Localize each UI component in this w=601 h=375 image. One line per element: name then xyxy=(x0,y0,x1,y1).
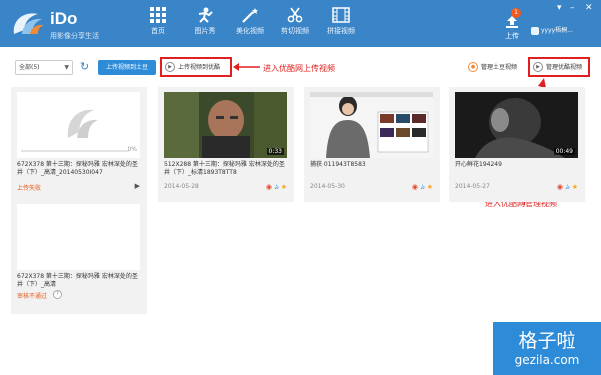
nav-photo-show-label: 图片秀 xyxy=(194,27,216,35)
nav-photo-show[interactable]: 图片秀 xyxy=(183,7,227,45)
minimize-icon[interactable]: – xyxy=(570,3,575,13)
grid-icon xyxy=(150,7,166,23)
video-card[interactable]: 672X378 第十三期：探秘玛雅 宏林深处的圣井（下）_高清 审核不通过 ? xyxy=(11,199,147,314)
video-thumbnail: 00:49 xyxy=(455,92,578,158)
upload-tudou-button[interactable]: 上传视频到土豆 xyxy=(98,60,156,75)
refresh-icon[interactable]: ↻ xyxy=(80,61,92,73)
video-title: 开心鲜花194249 xyxy=(455,161,502,168)
play-icon[interactable]: ▶ xyxy=(135,182,140,190)
watermark-en: gezila.com xyxy=(514,353,580,367)
tudou-icon: ● xyxy=(468,62,478,72)
annotation-upload-youku: 进入优酷网上传视频 xyxy=(263,64,335,73)
weibo-icon[interactable]: ◉ xyxy=(557,183,563,191)
weibo-icon[interactable]: ◉ xyxy=(266,183,272,191)
video-date: 2014-05-28 xyxy=(164,183,199,190)
scissors-icon xyxy=(287,7,303,23)
tencent-weibo-icon[interactable]: ঌ xyxy=(274,183,278,191)
watermark-logo: 格子啦 gezila.com xyxy=(493,322,601,375)
magic-wand-icon xyxy=(242,8,258,23)
star-icon[interactable]: ★ xyxy=(281,183,287,191)
person-icon xyxy=(198,7,213,23)
manage-tudou-button[interactable]: ● 管理土豆视频 xyxy=(467,60,517,75)
tencent-weibo-icon[interactable]: ঌ xyxy=(420,183,424,191)
info-icon[interactable]: ? xyxy=(53,290,62,299)
video-duration: 00:49 xyxy=(553,148,575,155)
upload-progress: 0% xyxy=(127,146,137,153)
video-card[interactable]: 捕获 011943T8583 2014-05-30 ◉ ঌ ★ xyxy=(304,87,440,202)
nav-join-video-label: 拼接视频 xyxy=(327,27,355,35)
status-badge: 审核不通过 xyxy=(17,293,48,300)
nav-beautify-video-label: 美化视频 xyxy=(236,27,264,35)
video-date: 2014-05-27 xyxy=(455,183,490,190)
video-thumbnail: 0:33 xyxy=(164,92,287,158)
manage-tudou-label: 管理土豆视频 xyxy=(481,64,518,71)
chevron-down-icon: ▼ xyxy=(64,64,69,71)
user-menu[interactable]: yyyy梧桐... xyxy=(531,25,573,35)
video-card[interactable]: 00:49 开心鲜花194249 2014-05-27 ◉ ঌ ★ xyxy=(449,87,585,202)
video-title: 672X378 第十三期：探秘玛雅 宏林深处的圣井（下）_高清 xyxy=(17,273,138,288)
watermark-cn: 格子啦 xyxy=(518,330,576,352)
upload-badge: 1 xyxy=(511,8,521,18)
user-name: yyyy梧桐... xyxy=(541,27,573,34)
upload-button[interactable]: 1 上传 xyxy=(497,8,527,45)
upload-label: 上传 xyxy=(505,32,519,40)
video-card[interactable]: 0:33 512X288 第十三期：探秘玛雅 宏林深处的圣井（下）_标清1893… xyxy=(158,87,294,202)
annotation-box xyxy=(528,57,590,77)
app-slogan: 用影像分享生活 xyxy=(50,32,99,40)
nav-join-video[interactable]: 拼接视频 xyxy=(319,7,363,45)
film-icon xyxy=(332,7,350,23)
star-icon[interactable]: ★ xyxy=(572,183,578,191)
placeholder-logo-icon xyxy=(21,109,129,152)
tencent-weibo-icon[interactable]: ঌ xyxy=(565,183,569,191)
video-title: 672X378 第十三期：探秘玛雅 宏林深处的圣井（下）_高清_20140530… xyxy=(17,161,138,176)
share-icons: ◉ ঌ ★ xyxy=(412,181,433,193)
video-frame-image xyxy=(310,92,433,158)
nav-cut-video-label: 剪切视频 xyxy=(281,27,309,35)
video-title: 捕获 011943T8583 xyxy=(310,161,366,168)
annotation-arrow-icon xyxy=(233,63,260,71)
share-icons: ◉ ঌ ★ xyxy=(266,181,287,193)
video-thumbnail: 0% xyxy=(17,92,140,158)
video-title: 512X288 第十三期：探秘玛雅 宏林深处的圣井（下）_标清1893T8TT8 xyxy=(164,161,285,176)
video-thumbnail xyxy=(17,204,140,270)
video-card[interactable]: 0% 672X378 第十三期：探秘玛雅 宏林深处的圣井（下）_高清_20140… xyxy=(11,87,147,202)
filter-select[interactable]: 全部(5) ▼ xyxy=(15,60,73,75)
weibo-icon[interactable]: ◉ xyxy=(412,183,418,191)
star-icon[interactable]: ★ xyxy=(427,183,433,191)
share-icons: ◉ ঌ ★ xyxy=(557,181,578,193)
avatar xyxy=(531,26,539,35)
nav-cut-video[interactable]: 剪切视频 xyxy=(273,7,317,45)
nav-home-label: 首页 xyxy=(151,27,165,35)
app-name: iDo xyxy=(50,9,78,28)
title-bar: iDo 用影像分享生活 首页 图片秀 美化视频 剪切视频 拼接视频 1 上传 y… xyxy=(0,0,601,47)
video-duration: 0:33 xyxy=(266,148,284,155)
nav-beautify-video[interactable]: 美化视频 xyxy=(228,7,272,45)
video-date: 2014-05-30 xyxy=(310,183,345,190)
filter-value: 全部(5) xyxy=(19,64,40,71)
close-icon[interactable]: ✕ xyxy=(585,3,593,13)
status-badge: 上传失败 xyxy=(17,185,42,192)
annotation-box xyxy=(160,57,232,77)
video-thumbnail xyxy=(310,92,433,158)
menu-icon[interactable]: ▾ xyxy=(557,3,562,13)
nav-home[interactable]: 首页 xyxy=(136,7,180,45)
ido-logo-icon xyxy=(13,13,44,34)
